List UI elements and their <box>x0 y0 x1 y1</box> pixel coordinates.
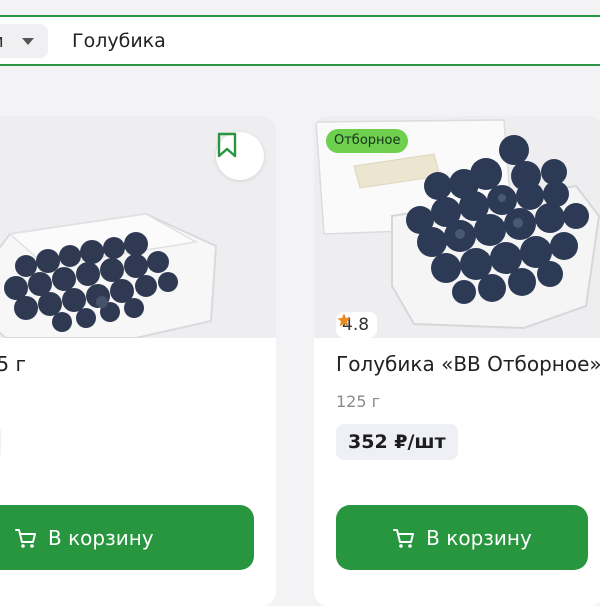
chevron-down-icon <box>22 38 34 45</box>
cart-button-label: В корзину <box>48 525 154 550</box>
search-input[interactable] <box>72 25 572 57</box>
product-image[interactable]: Отборное 4.8 <box>314 116 600 338</box>
star-icon <box>337 313 351 327</box>
product-card[interactable]: а, 125 г шт В корзину <box>0 116 276 606</box>
bookmark-icon <box>217 132 237 158</box>
category-label: и <box>0 31 4 52</box>
add-to-cart-button[interactable]: В корзину <box>0 505 254 570</box>
cart-icon <box>393 528 415 548</box>
product-title[interactable]: Голубика «ВВ Отборное» <box>336 352 600 376</box>
cart-icon <box>15 528 36 548</box>
tag-badge: Отборное <box>326 129 409 153</box>
add-to-cart-button[interactable]: В корзину <box>336 505 588 570</box>
cart-button-label: В корзину <box>426 525 532 550</box>
product-image[interactable] <box>0 116 276 338</box>
product-card[interactable]: Отборное 4.8 Голубика «ВВ Отборное» 125 … <box>314 116 600 606</box>
bookmark-button[interactable] <box>216 132 264 180</box>
product-title: а, 125 г <box>0 352 27 376</box>
price-chip: шт <box>0 424 2 460</box>
price-chip: 352 ₽/шт <box>336 424 458 460</box>
category-select[interactable]: и <box>0 24 48 58</box>
search-bar: и <box>0 15 600 66</box>
product-weight: 125 г <box>336 392 381 411</box>
rating-badge: 4.8 <box>336 312 378 338</box>
